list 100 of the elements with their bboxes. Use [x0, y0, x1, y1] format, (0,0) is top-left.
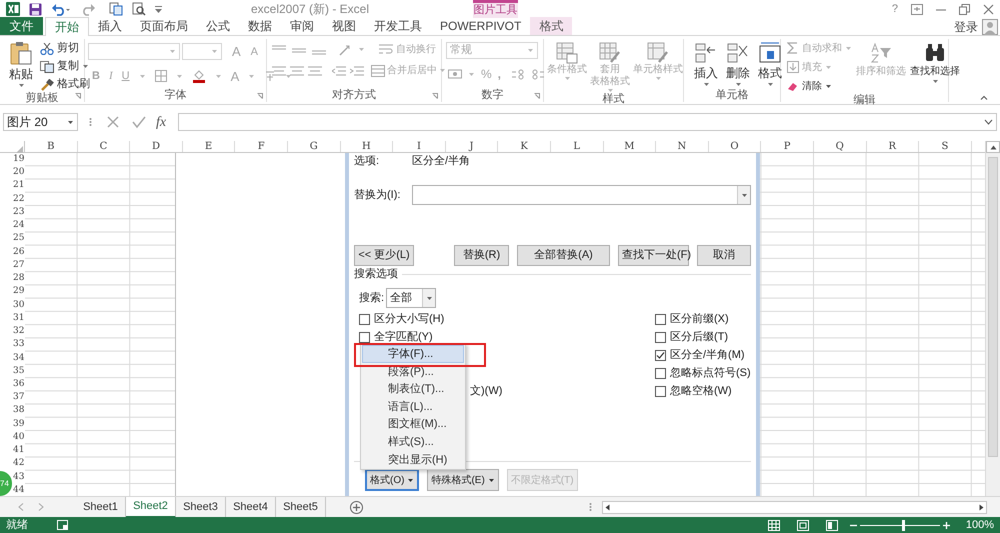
column-header[interactable]: F — [235, 141, 288, 152]
row-number[interactable]: 23 — [13, 206, 24, 220]
align-right-icon[interactable] — [308, 66, 322, 76]
clipboard-item[interactable]: 剪切 — [57, 40, 79, 57]
menu-item[interactable]: 图文框(M)... — [362, 415, 464, 433]
save-icon[interactable] — [29, 2, 42, 16]
column-header[interactable]: R — [866, 141, 920, 152]
column-header[interactable]: G — [288, 141, 341, 152]
collapse-ribbon-icon[interactable] — [980, 95, 988, 100]
restore-icon[interactable] — [959, 4, 970, 14]
ribbon-tab[interactable]: 文件 — [0, 17, 43, 35]
page-layout-view-icon[interactable] — [796, 520, 809, 530]
print-preview-icon[interactable] — [132, 2, 146, 16]
row-number[interactable]: 37 — [13, 391, 24, 404]
dialog-button[interactable]: << 更少(L) — [354, 245, 414, 266]
row-number[interactable]: 34 — [13, 352, 24, 365]
ribbon-tab[interactable]: 视图 — [323, 17, 365, 35]
row-number[interactable]: 30 — [13, 298, 24, 312]
menu-item[interactable]: 样式(S)... — [362, 432, 464, 451]
orientation-icon[interactable] — [338, 44, 352, 56]
row-number[interactable]: 38 — [13, 404, 24, 418]
row-number[interactable]: 41 — [13, 444, 24, 458]
sort-filter-icon[interactable] — [870, 42, 892, 64]
row-number[interactable]: 27 — [13, 258, 24, 272]
table-format-icon[interactable] — [599, 42, 621, 64]
cells-button[interactable]: 格式 — [758, 64, 782, 82]
column-header[interactable]: J — [446, 141, 498, 152]
scissors-icon[interactable] — [40, 42, 54, 54]
row-number[interactable]: 35 — [13, 364, 24, 378]
cells-button[interactable]: 插入 — [694, 64, 718, 82]
ribbon-tab[interactable]: 格式 — [530, 17, 572, 35]
avatar-icon[interactable] — [982, 18, 998, 34]
horizontal-scrollbar[interactable] — [602, 500, 987, 514]
decrease-indent-icon[interactable] — [332, 66, 346, 76]
dialog-launcher-icon[interactable] — [257, 93, 263, 99]
search-scope-dropdown[interactable]: 全部 — [386, 288, 436, 308]
scroll-up-button[interactable] — [986, 141, 1000, 153]
cancel-icon[interactable] — [106, 115, 120, 129]
delete-cells-icon[interactable] — [727, 42, 749, 64]
column-header[interactable]: Q — [814, 141, 866, 152]
checkbox[interactable] — [655, 350, 666, 360]
row-number[interactable]: 25 — [13, 232, 24, 246]
ribbon-tab[interactable]: 页面布局 — [131, 17, 197, 35]
scrollbar-thumb[interactable] — [988, 157, 998, 457]
row-number[interactable]: 42 — [13, 457, 24, 471]
editing-button[interactable]: 查找和选择 — [910, 64, 960, 79]
dialog-button[interactable]: 格式(O) — [365, 469, 420, 491]
column-header[interactable]: H — [340, 141, 394, 152]
row-number[interactable]: 29 — [13, 285, 24, 299]
column-header[interactable]: B — [25, 141, 78, 152]
align-left-icon[interactable] — [272, 66, 286, 76]
clipboard-item[interactable]: 格式刷 — [57, 76, 90, 93]
row-number[interactable]: 21 — [13, 179, 24, 193]
fill-icon[interactable] — [787, 61, 799, 73]
checkbox[interactable] — [655, 368, 666, 378]
insert-function-button[interactable]: fx — [156, 112, 166, 132]
row-number[interactable]: 24 — [13, 219, 24, 232]
cells-button[interactable]: 删除 — [726, 64, 750, 82]
sign-in-link[interactable]: 登录 — [954, 18, 978, 36]
left-arrow-icon[interactable] — [605, 504, 610, 510]
normal-view-icon[interactable] — [768, 520, 780, 530]
dialog-button[interactable]: 特殊格式(E) — [427, 469, 499, 491]
row-number[interactable]: 36 — [13, 378, 24, 392]
wrap-text-icon[interactable] — [379, 44, 393, 55]
menu-item[interactable]: 制表位(T)... — [362, 380, 464, 398]
row-number[interactable]: 32 — [13, 325, 24, 338]
column-header[interactable]: E — [182, 141, 236, 152]
undo-icon[interactable] — [51, 2, 71, 16]
row-number[interactable]: 44 — [13, 484, 24, 496]
menu-item[interactable]: 突出显示(H) — [362, 450, 464, 468]
replace-with-field[interactable] — [412, 185, 751, 205]
column-header[interactable]: N — [656, 141, 709, 152]
increase-indent-icon[interactable] — [350, 66, 364, 76]
conditional-format-icon[interactable] — [556, 42, 578, 64]
dialog-launcher-icon[interactable] — [75, 93, 81, 99]
help-button[interactable]: ? — [892, 0, 898, 18]
dialog-button[interactable]: 全部替换(A) — [517, 245, 610, 266]
corner-icon[interactable] — [16, 146, 23, 153]
eraser-icon[interactable] — [787, 80, 799, 92]
binoculars-icon[interactable] — [924, 42, 946, 64]
ribbon-tab[interactable]: 开始 — [45, 17, 89, 36]
checkbox[interactable] — [655, 314, 666, 324]
row-number[interactable]: 20 — [13, 166, 24, 180]
ribbon-tab[interactable]: POWERPIVOT — [431, 17, 530, 35]
column-header[interactable]: M — [604, 141, 656, 152]
column-header[interactable]: C — [78, 141, 130, 152]
page-break-view-icon[interactable] — [826, 520, 838, 530]
row-number[interactable]: 43 — [13, 470, 24, 484]
customize-icon[interactable] — [155, 4, 162, 14]
merge-center-icon[interactable] — [371, 64, 385, 76]
menu-item[interactable]: 语言(L)... — [362, 398, 464, 416]
column-header[interactable]: P — [761, 141, 814, 152]
ribbon-tab[interactable]: 数据 — [239, 17, 281, 35]
row-number[interactable]: 28 — [13, 272, 24, 286]
ribbon-display-icon[interactable] — [911, 4, 923, 14]
row-number[interactable]: 31 — [13, 312, 24, 326]
checkbox[interactable] — [359, 314, 370, 324]
name-box[interactable]: 图片 20 — [3, 113, 78, 131]
next-sheet-icon[interactable] — [38, 503, 44, 511]
zoom-in-icon[interactable] — [942, 522, 950, 528]
